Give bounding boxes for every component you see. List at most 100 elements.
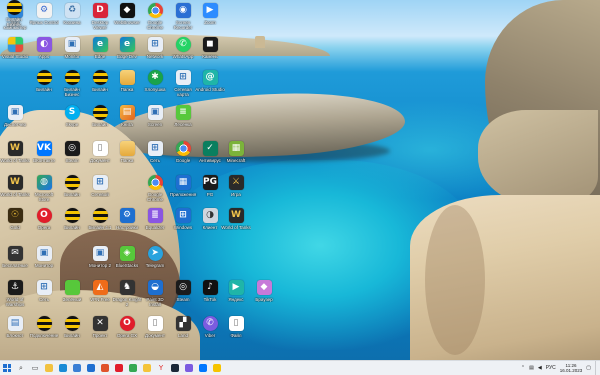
desktop-shortcut[interactable]: e Edge Dev [113, 37, 141, 71]
desktop-shortcut[interactable]: Папка [113, 70, 141, 104]
desktop-shortcut[interactable]: ▣ Monitor [58, 37, 86, 71]
taskbar-app-button[interactable] [196, 361, 210, 375]
desktop-shortcut[interactable]: ▯ Файл [222, 316, 250, 350]
notifications-icon[interactable]: ▢ [586, 365, 591, 371]
desktop-shortcut[interactable]: ⊞ Windows [169, 208, 197, 242]
desktop-shortcut[interactable]: ✆ WhatsApp [169, 37, 197, 71]
desktop-shortcut[interactable]: ✕ Проект [86, 316, 114, 350]
desktop-shortcut[interactable]: W World of Tanks [0, 175, 30, 209]
desktop-shortcut[interactable]: ◒ Paint 3D Install [141, 280, 169, 314]
desktop-shortcut[interactable]: ◑ Клиент [196, 208, 224, 242]
desktop-shortcut[interactable]: ◍ Microsoft Store [30, 175, 58, 209]
desktop-shortcut[interactable]: ▯ Документ [86, 141, 114, 175]
desktop-shortcut[interactable]: ▣ Монитор 2 [86, 246, 114, 280]
taskbar-app-button[interactable] [168, 361, 182, 375]
taskbar-app-button[interactable] [140, 361, 154, 375]
desktop-shortcut[interactable]: D Desktop Viewer [86, 3, 114, 37]
desktop-shortcut[interactable]: Билайн 4.1 [86, 208, 114, 242]
desktop-shortcut[interactable]: ◐ Apps [30, 37, 58, 71]
show-desktop-button[interactable] [595, 360, 598, 375]
desktop-shortcut[interactable]: PG PG [196, 175, 224, 209]
desktop-shortcut[interactable]: ◎ Steam [58, 141, 86, 175]
desktop-shortcut[interactable]: ☉ Gold [1, 208, 29, 242]
desktop-shortcut[interactable]: @ Android Studio [195, 70, 225, 104]
taskbar-app-button[interactable]: ⌕ [14, 361, 28, 375]
desktop-shortcut[interactable]: O Opera GX [113, 316, 141, 350]
desktop-shortcut[interactable]: Билайн [58, 175, 86, 209]
desktop-shortcut[interactable]: ◉ Screen Recorder [169, 3, 197, 37]
volume-icon[interactable]: ◀ [538, 365, 542, 371]
taskbar-app-button[interactable]: Y [154, 361, 168, 375]
tray-chevron-icon[interactable]: ⌃ [521, 365, 525, 371]
desktop-shortcut[interactable]: e Edge [86, 37, 114, 71]
desktop-shortcut[interactable]: O Opera [30, 208, 58, 242]
desktop-shortcut[interactable]: ➤ Telegram [141, 246, 169, 280]
desktop-shortcut[interactable]: ⊞ Сеть [141, 141, 169, 175]
desktop-shortcut[interactable]: ✉ Бесплатные [1, 246, 29, 280]
desktop-shortcut[interactable]: Билайн [58, 208, 86, 242]
desktop-shortcut[interactable]: ▤ Книга [113, 105, 141, 139]
desktop-shortcut[interactable]: ◭ VPN Free [86, 280, 114, 314]
desktop-shortcut[interactable]: Google [169, 141, 197, 175]
desktop-shortcut[interactable]: ◆ Браузер [250, 280, 278, 314]
taskbar-app-button[interactable] [112, 361, 126, 375]
desktop-shortcut[interactable]: ⚙ Настройки [113, 208, 141, 242]
desktop-shortcut[interactable]: ≣ Equalizer [141, 208, 169, 242]
desktop-shortcut[interactable]: ≡ Лесенка [169, 105, 197, 139]
desktop-shortcut[interactable]: Папка [113, 141, 141, 175]
desktop-shortcut[interactable]: ♪ TikTok [196, 280, 224, 314]
taskbar-app-button[interactable] [42, 361, 56, 375]
desktop-shortcut[interactable]: ▞ Land [169, 316, 197, 350]
desktop-shortcut[interactable]: VK ВКонтакте [30, 141, 58, 175]
desktop-shortcut[interactable]: Google Chrome [141, 175, 169, 209]
desktop-shortcut[interactable]: ✓ Антивирус [196, 141, 224, 175]
desktop-shortcut[interactable]: ✆ Viber [196, 316, 224, 350]
desktop-shortcut[interactable]: Билайн [58, 316, 86, 350]
desktop-shortcut[interactable]: ▦ Minecraft [222, 141, 250, 175]
desktop-shortcut[interactable]: ◆ WebBrowser [113, 3, 141, 37]
desktop-shortcut[interactable]: Подключение [30, 316, 58, 350]
desktop-shortcut[interactable]: ⚙ Ярлык Control [29, 3, 59, 37]
desktop-shortcut[interactable]: ♻ Корзина [58, 3, 86, 37]
desktop-shortcut[interactable]: ▯ Документ [141, 316, 169, 350]
desktop-shortcut[interactable]: ▶ Яндекс [222, 280, 250, 314]
desktop-shortcut[interactable]: ⊞ Network [141, 37, 169, 71]
desktop-shortcut[interactable]: ⚓ World of Warships [1, 280, 29, 314]
taskbar-app-button[interactable] [210, 361, 224, 375]
desktop-shortcut[interactable]: ◈ BlueStacks [113, 246, 141, 280]
desktop-shortcut[interactable]: ▶ Zoom [196, 3, 224, 37]
desktop-shortcut[interactable]: Visual Studio [1, 37, 29, 71]
language-indicator[interactable]: РУС [546, 365, 556, 371]
desktop-shortcut[interactable]: W World of Tanks [221, 208, 251, 242]
clock[interactable]: 11:26 16.01.2023 [560, 363, 583, 374]
desktop-shortcut[interactable]: ✱ Хлопушка [141, 70, 169, 104]
desktop-shortcut[interactable]: ▣ Диспетчер [1, 105, 29, 139]
desktop-shortcut[interactable]: Билайн [86, 70, 114, 104]
desktop-shortcut[interactable]: Билайн Бизнес [58, 70, 86, 104]
desktop-shortcut[interactable]: Зелёный [58, 280, 86, 314]
desktop-shortcut[interactable]: ⊞ Сетевая карта [169, 70, 197, 104]
desktop-shortcut[interactable]: ◎ Steam [169, 280, 197, 314]
taskbar-app-button[interactable] [84, 361, 98, 375]
desktop-shortcut[interactable]: Билайн Бизнес [0, 0, 28, 34]
desktop-shortcut[interactable]: S Skype [58, 105, 86, 139]
taskbar-app-button[interactable] [70, 361, 84, 375]
taskbar-app-button[interactable]: ▭ [28, 361, 42, 375]
desktop-shortcut[interactable]: ◼ Камень [196, 37, 224, 71]
desktop-shortcut[interactable]: ⊞ Сетевой [86, 175, 114, 209]
desktop-shortcut[interactable]: ♞ Dragon Knight 2 [113, 280, 141, 314]
desktop-shortcut[interactable]: ▦ Приложения [169, 175, 197, 209]
taskbar-app-button[interactable] [56, 361, 70, 375]
network-tray-icon[interactable]: ▤ [529, 365, 534, 371]
desktop-shortcut[interactable]: ▤ Блокнот [1, 316, 29, 350]
desktop-shortcut[interactable]: Билайн [30, 70, 58, 104]
taskbar-app-button[interactable] [98, 361, 112, 375]
desktop-shortcut[interactable]: ▣ Монитор [30, 246, 58, 280]
taskbar-app-button[interactable] [182, 361, 196, 375]
taskbar-app-button[interactable] [126, 361, 140, 375]
desktop-shortcut[interactable]: W World of Tanks [0, 141, 30, 175]
start-button[interactable] [0, 361, 14, 375]
desktop-shortcut[interactable]: Билайн [86, 105, 114, 139]
desktop-shortcut[interactable]: ⊞ Сеть [30, 280, 58, 314]
desktop-shortcut[interactable]: ▣ Screen [141, 105, 169, 139]
